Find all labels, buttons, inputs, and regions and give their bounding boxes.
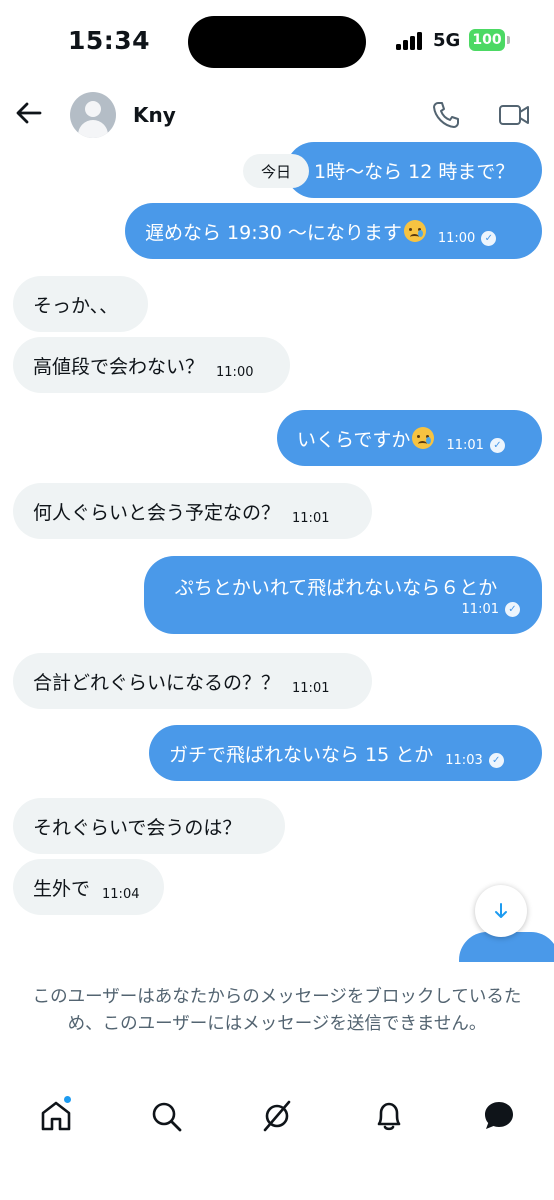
search-icon[interactable]	[148, 1098, 184, 1134]
message-text: 1時〜なら 12 時まで？	[314, 160, 515, 183]
message-time: 11:03	[445, 752, 483, 768]
scroll-to-bottom-button[interactable]	[475, 885, 527, 937]
avatar[interactable]	[70, 92, 116, 138]
messages-icon[interactable]	[481, 1098, 517, 1134]
message-text: ぷちとかいれて飛ばれないなら６とか	[174, 577, 498, 599]
message-text: 遅めなら 19:30 〜になります	[145, 221, 402, 244]
status-time: 15:34	[68, 26, 151, 55]
arrow-left-icon[interactable]	[14, 98, 44, 128]
message-meta: 11:01 ✓	[446, 437, 505, 453]
message-received[interactable]: 高値段で会わない？ 11:00	[13, 337, 290, 393]
battery-icon: 100	[469, 29, 505, 51]
bell-icon[interactable]	[371, 1098, 407, 1134]
date-separator: 今日	[243, 154, 309, 188]
message-sent[interactable]: ガチで飛ばれないなら 15 とか 11:03 ✓	[149, 725, 542, 781]
message-meta: 11:01 ✓	[462, 602, 520, 617]
check-icon: ✓	[505, 602, 520, 617]
message-meta: 11:03 ✓	[445, 752, 504, 768]
check-icon: ✓	[489, 437, 505, 453]
message-meta: 11:00	[216, 365, 253, 380]
battery-tip	[507, 36, 510, 44]
message-text: いくらですか	[297, 428, 411, 451]
message-time: 11:00	[216, 364, 254, 380]
message-meta: 11:01	[292, 681, 329, 696]
message-time: 11:00	[437, 230, 476, 246]
message-text: ガチで飛ばれないなら 15 とか	[169, 743, 434, 766]
message-clipped-container: え？	[459, 932, 554, 962]
dynamic-island	[188, 16, 366, 68]
message-time: 11:04	[102, 886, 140, 902]
arrow-down-icon	[495, 903, 507, 918]
message-time: 11:01	[461, 602, 499, 617]
message-text: 生外で	[33, 877, 91, 900]
video-camera-icon[interactable]	[497, 100, 531, 130]
message-sent[interactable]: いくらですか 11:01 ✓	[277, 410, 542, 466]
message-sent[interactable]: え？	[459, 932, 554, 962]
message-received[interactable]: 合計どれぐらいになるの？？ 11:01	[13, 653, 372, 709]
message-text: それぐらいで会うのは？	[33, 816, 242, 839]
message-received[interactable]: そっか、、	[13, 276, 148, 332]
message-time: 11:01	[446, 437, 484, 453]
message-text: 何人ぐらいと会う予定なの？	[33, 501, 281, 524]
crying-face-emoji-icon	[412, 427, 435, 449]
check-icon: ✓	[488, 752, 504, 768]
battery-level: 100	[472, 32, 502, 48]
network-type: 5G	[433, 30, 461, 51]
chat-header: Kny	[0, 84, 554, 144]
message-time: 11:01	[292, 510, 330, 526]
message-meta: 11:00 ✓	[437, 230, 497, 246]
bottom-tab-bar	[0, 1078, 554, 1200]
message-text: そっか、、	[33, 294, 119, 317]
message-sent[interactable]: ぷちとかいれて飛ばれないなら６とか 11:01 ✓	[144, 556, 542, 634]
message-received[interactable]: 何人ぐらいと会う予定なの？ 11:01	[13, 483, 372, 539]
message-received[interactable]: 生外で 11:04	[13, 859, 164, 915]
crying-face-emoji-icon	[403, 220, 426, 242]
message-meta: 11:04	[102, 887, 139, 902]
notification-dot	[63, 1095, 72, 1104]
signal-icon	[396, 32, 426, 50]
message-meta: 11:01	[292, 511, 329, 526]
blocked-notice: このユーザーはあなたからのメッセージをブロックしているため、このユーザーにはメッ…	[0, 962, 554, 1072]
grok-icon[interactable]	[259, 1098, 295, 1134]
message-text: 高値段で会わない？	[33, 355, 205, 378]
message-received[interactable]: それぐらいで会うのは？	[13, 798, 285, 854]
message-time: 11:01	[292, 680, 330, 696]
contact-name[interactable]: Kny	[133, 103, 176, 127]
message-sent[interactable]: 遅めなら 19:30 〜になります 11:00 ✓	[125, 203, 542, 259]
message-sent[interactable]: 1時〜なら 12 時まで？	[286, 142, 542, 198]
phone-icon[interactable]	[431, 100, 461, 130]
message-text: 合計どれぐらいになるの？？	[33, 671, 281, 694]
check-icon: ✓	[481, 230, 497, 246]
status-bar: 15:34 5G 100	[0, 0, 554, 84]
